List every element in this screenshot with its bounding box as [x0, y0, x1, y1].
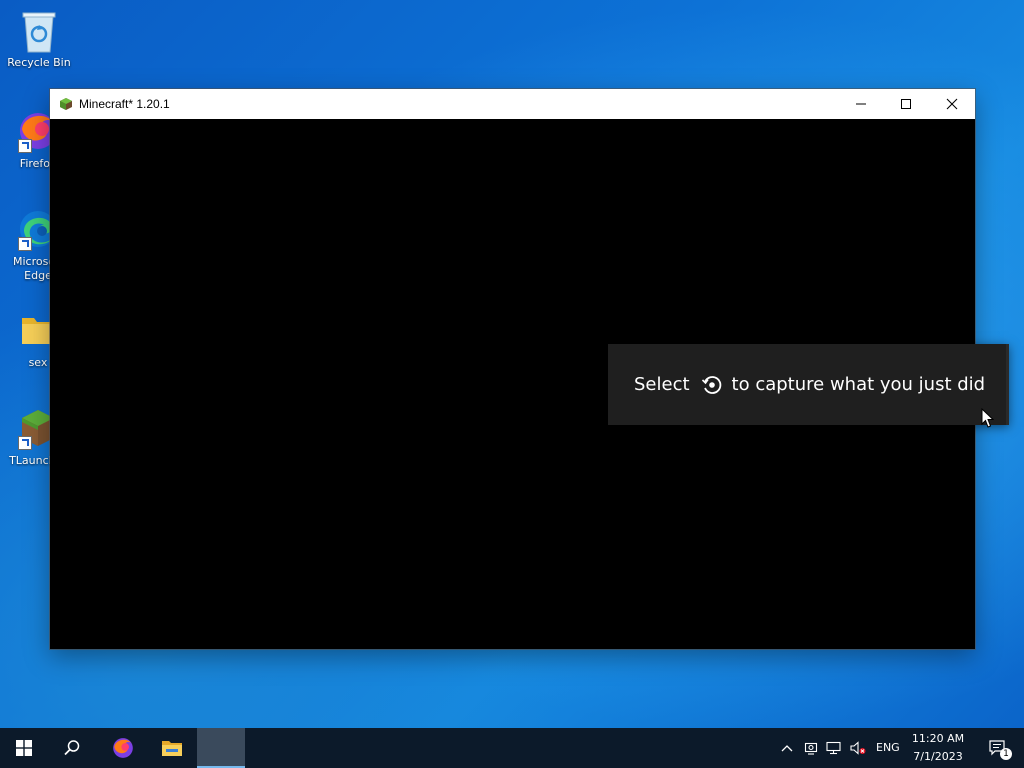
show-hidden-icons-button[interactable] [779, 740, 795, 756]
start-icon [16, 740, 32, 756]
taskbar-minecraft-window-button[interactable] [197, 728, 245, 768]
desktop-icon-recycle-bin[interactable]: Recycle Bin [0, 8, 78, 70]
taskbar-firefox-button[interactable] [99, 728, 147, 768]
minimize-icon [856, 103, 866, 105]
firefox-icon [113, 738, 133, 758]
tray-app-icon-button[interactable] [803, 740, 819, 756]
window-title: Minecraft* 1.20.1 [79, 97, 170, 111]
input-language-indicator[interactable]: ENG [876, 741, 900, 754]
close-button[interactable] [929, 89, 975, 119]
chevron-up-icon [781, 745, 793, 752]
capture-icon [701, 374, 723, 396]
camera-icon [804, 742, 818, 755]
minimize-button[interactable] [838, 89, 884, 119]
shortcut-arrow-icon [18, 436, 32, 450]
action-center-button[interactable]: 1 [978, 728, 1018, 768]
volume-muted-icon [850, 741, 866, 755]
shortcut-arrow-icon [18, 139, 32, 153]
window-titlebar[interactable]: Minecraft* 1.20.1 [50, 89, 975, 119]
taskbar: ENG 11:20 AM 7/1/2023 1 [0, 728, 1024, 768]
recycle-bin-icon [22, 12, 56, 53]
start-button[interactable] [0, 728, 48, 768]
close-icon [946, 98, 958, 110]
file-explorer-icon [162, 741, 182, 756]
minecraft-grass-block-icon [60, 98, 72, 110]
network-icon [826, 741, 841, 755]
mouse-cursor-icon [981, 408, 994, 428]
toast-text-before: Select [634, 374, 690, 395]
shortcut-arrow-icon [18, 237, 32, 251]
notification-count-badge: 1 [1000, 748, 1012, 760]
network-button[interactable] [826, 740, 842, 756]
maximize-icon [901, 99, 911, 109]
taskbar-file-explorer-button[interactable] [148, 728, 196, 768]
clock[interactable]: 11:20 AM 7/1/2023 [906, 731, 970, 765]
desktop-icon-label: Recycle Bin [7, 56, 71, 69]
search-icon [64, 740, 80, 756]
search-button[interactable] [48, 728, 96, 768]
clock-time: 11:20 AM [911, 732, 965, 745]
toast-text-after: to capture what you just did [731, 374, 986, 395]
desktop: Recycle Bin Firefox Microsoft Edge sex T… [0, 0, 1024, 768]
volume-button[interactable] [850, 740, 866, 756]
capture-toast[interactable]: Select to capture what you just did [608, 344, 1009, 425]
clock-date: 7/1/2023 [913, 750, 963, 763]
maximize-button[interactable] [883, 89, 929, 119]
